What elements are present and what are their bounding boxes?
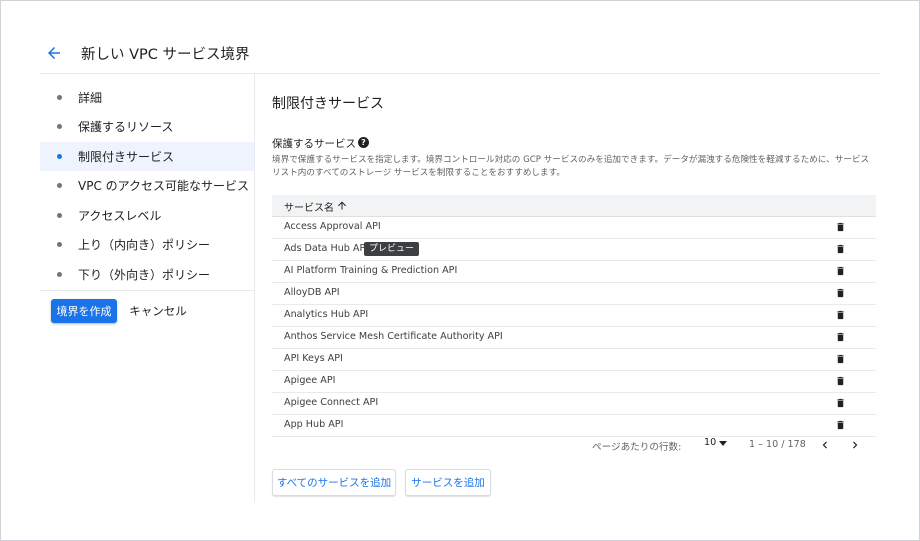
sidebar-item-label: 保護するリソース <box>78 120 174 134</box>
table-row: Ads Data Hub API プレビュー <box>272 239 876 261</box>
table-row: Apigee API <box>272 371 876 393</box>
sidebar-item-label: 上り（内向き）ポリシー <box>78 238 211 252</box>
bullet-icon <box>57 242 62 247</box>
bullet-icon <box>57 272 62 277</box>
table-row: AlloyDB API <box>272 283 876 305</box>
page-range: 1 – 10 / 178 <box>749 439 806 450</box>
arrow-back-icon[interactable] <box>45 44 63 62</box>
page-header: 新しい VPC サービス境界 <box>40 39 880 74</box>
bullet-icon <box>57 213 62 218</box>
service-name: Apigee Connect API <box>284 397 379 408</box>
service-name: Ads Data Hub API <box>284 243 369 254</box>
description-text: 境界で保護するサービスを指定します。境界コントロール対応の GCP サービスのみ… <box>272 155 870 178</box>
trash-icon[interactable] <box>835 419 846 431</box>
rows-per-page-select[interactable]: 10 <box>704 437 734 453</box>
table-row: Analytics Hub API <box>272 305 876 327</box>
page-title: 新しい VPC サービス境界 <box>81 47 250 63</box>
column-header-service-name[interactable]: サービス名 <box>284 199 334 214</box>
section-title: 制限付きサービス <box>272 96 384 112</box>
add-all-services-button[interactable]: すべてのサービスを追加 <box>272 469 396 496</box>
trash-icon[interactable] <box>835 353 846 365</box>
table-row: AI Platform Training & Prediction API <box>272 261 876 283</box>
sidebar-item-ingress-policy[interactable]: 上り（内向き）ポリシー <box>40 230 254 259</box>
service-name: API Keys API <box>284 353 343 364</box>
pagination: ページあたりの行数: 10 1 – 10 / 178 <box>272 432 876 460</box>
table-row: Anthos Service Mesh Certificate Authorit… <box>272 327 876 349</box>
trash-icon[interactable] <box>835 265 846 277</box>
service-name: Analytics Hub API <box>284 309 369 320</box>
divider <box>40 290 254 291</box>
table-row: API Keys API <box>272 349 876 371</box>
main-content: 制限付きサービス 保護するサービス ? 境界で保護するサービスを指定します。境界… <box>255 74 880 502</box>
chevron-right-icon[interactable] <box>848 437 862 453</box>
trash-icon[interactable] <box>835 397 846 409</box>
table-header: サービス名 <box>272 195 876 217</box>
table-row: Access Approval API <box>272 217 876 239</box>
arrow-up-icon[interactable] <box>336 199 348 212</box>
create-perimeter-button[interactable]: 境界を作成 <box>51 299 117 323</box>
cancel-button[interactable]: キャンセル <box>124 299 192 323</box>
service-name: Anthos Service Mesh Certificate Authorit… <box>284 331 503 342</box>
subsection-title: 保護するサービス <box>272 138 356 150</box>
rows-per-page-value: 10 <box>704 437 717 448</box>
sidebar-item-label: 詳細 <box>78 91 103 105</box>
add-service-button[interactable]: サービスを追加 <box>405 469 491 496</box>
sidebar-item-label: アクセスレベル <box>78 209 162 223</box>
service-name: Apigee API <box>284 375 336 386</box>
sidebar-item-vpc-accessible-services[interactable]: VPC のアクセス可能なサービス <box>40 171 254 200</box>
sidebar-item-details[interactable]: 詳細 <box>40 83 254 112</box>
chevron-left-icon[interactable] <box>818 437 832 453</box>
sidebar-item-egress-policy[interactable]: 下り（外向き）ポリシー <box>40 260 254 289</box>
caret-down-icon <box>719 441 727 446</box>
service-name: AlloyDB API <box>284 287 340 298</box>
sidebar-item-label: 下り（外向き）ポリシー <box>78 268 211 282</box>
sidebar-item-protected-resources[interactable]: 保護するリソース <box>40 112 254 141</box>
sidebar-item-label: 制限付きサービス <box>78 150 175 164</box>
service-name: Access Approval API <box>284 221 381 232</box>
trash-icon[interactable] <box>835 375 846 387</box>
preview-badge: プレビュー <box>364 242 420 256</box>
sidebar-item-restricted-services[interactable]: 制限付きサービス <box>40 142 254 171</box>
rows-per-page-label: ページあたりの行数: <box>592 442 682 453</box>
trash-icon[interactable] <box>835 331 846 343</box>
service-name: AI Platform Training & Prediction API <box>284 265 458 276</box>
bullet-icon <box>57 124 62 129</box>
bullet-icon <box>57 95 62 100</box>
sidebar-item-access-levels[interactable]: アクセスレベル <box>40 201 254 230</box>
help-icon[interactable]: ? <box>358 137 369 148</box>
sidebar: 詳細 保護するリソース 制限付きサービス VPC のアクセス可能なサービス アク… <box>40 74 255 502</box>
bullet-icon <box>57 154 62 159</box>
trash-icon[interactable] <box>835 221 846 233</box>
service-name: App Hub API <box>284 419 344 430</box>
trash-icon[interactable] <box>835 309 846 321</box>
sidebar-item-label: VPC のアクセス可能なサービス <box>78 179 250 193</box>
bullet-icon <box>57 183 62 188</box>
table-row: Apigee Connect API <box>272 393 876 415</box>
services-table: サービス名 Access Approval API Ads Data Hub AP… <box>272 195 876 437</box>
trash-icon[interactable] <box>835 243 846 255</box>
trash-icon[interactable] <box>835 287 846 299</box>
